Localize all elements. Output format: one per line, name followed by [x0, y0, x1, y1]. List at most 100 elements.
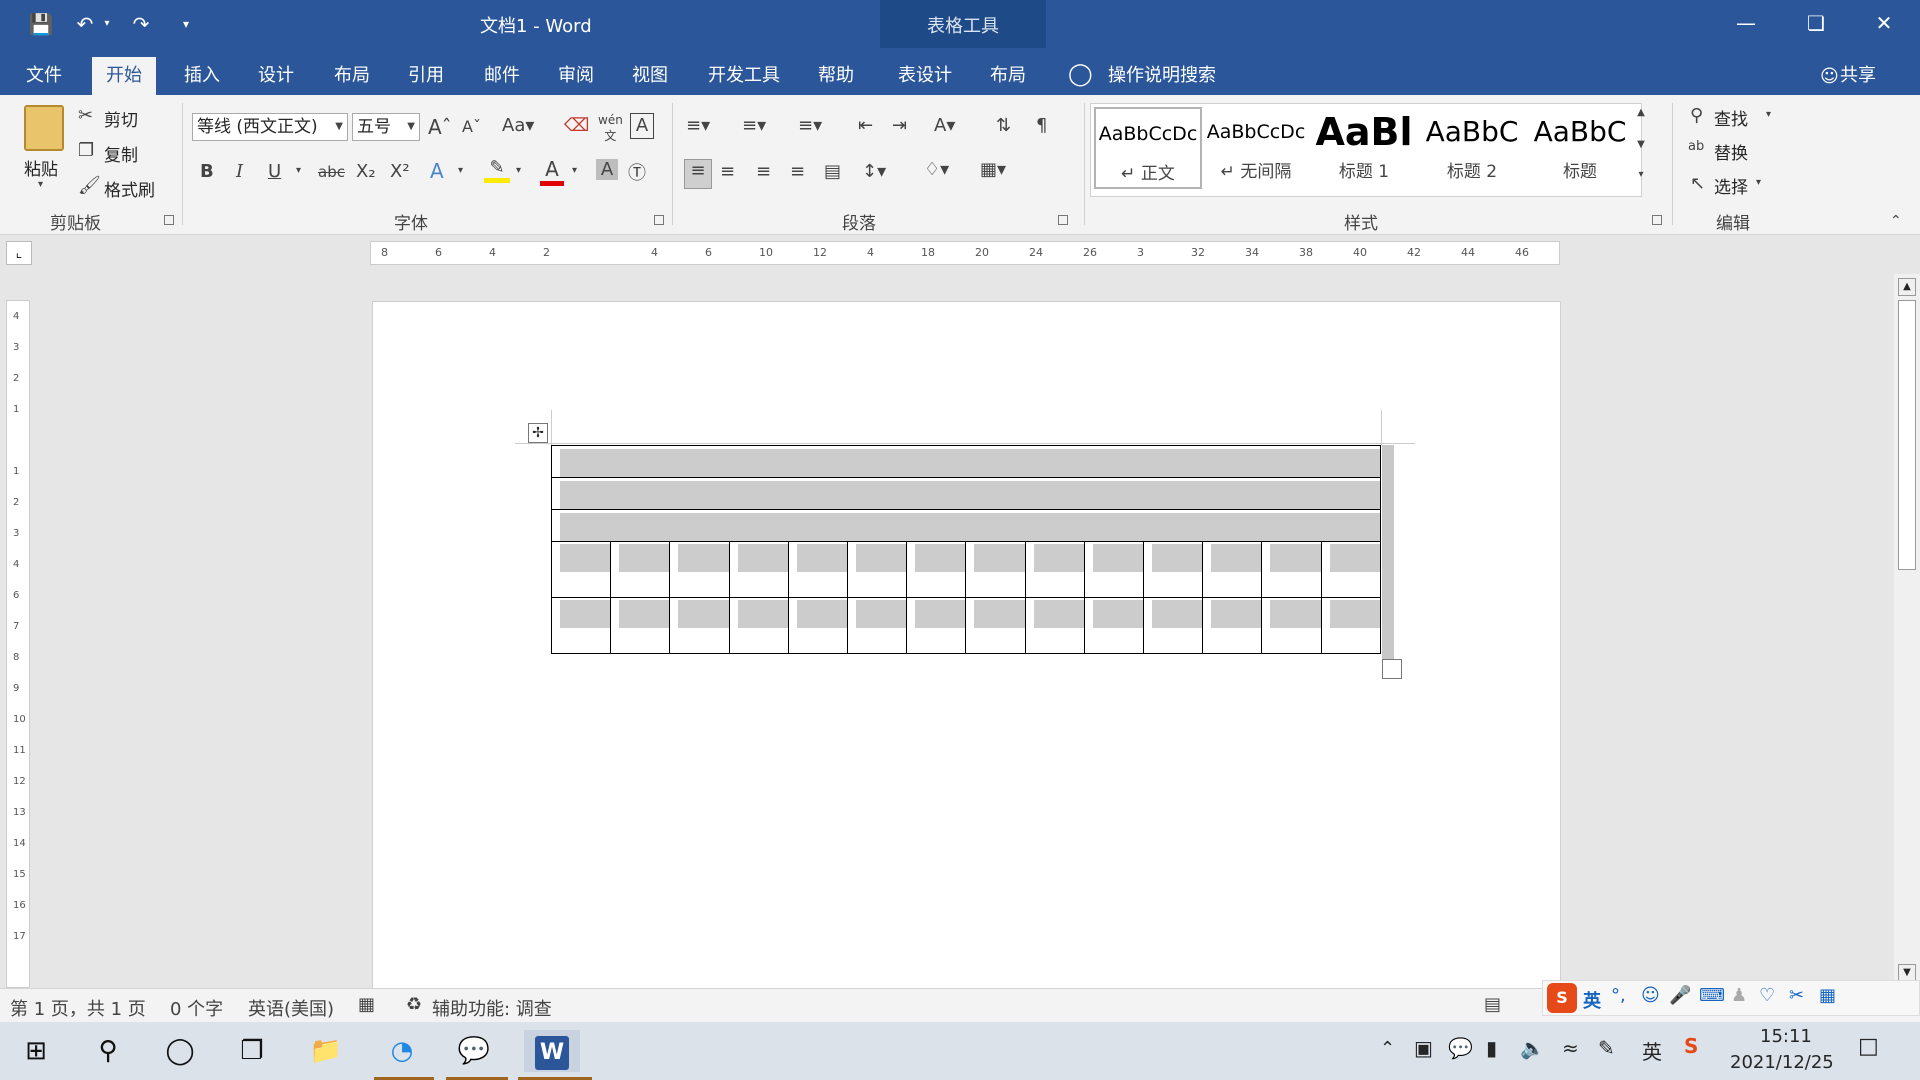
numbering-icon[interactable]: ≡▾ [742, 115, 766, 136]
tray-sogou-icon[interactable]: S [1684, 1034, 1698, 1058]
select-dropdown-icon[interactable]: ▾ [1756, 177, 1761, 188]
clipboard-launcher-icon[interactable] [164, 215, 174, 225]
paste-button[interactable]: 粘贴 [24, 155, 58, 180]
strikethrough-icon[interactable]: abc [318, 163, 345, 181]
style-title[interactable]: AaBbC 标题 [1526, 107, 1634, 189]
table-cell[interactable] [965, 541, 1026, 598]
multilevel-list-icon[interactable]: ≡▾ [798, 115, 822, 136]
table-cell[interactable] [550, 597, 612, 654]
table-cell[interactable] [1261, 541, 1322, 598]
tab-layout[interactable]: 布局 [320, 57, 384, 95]
copy-button[interactable]: 复制 [104, 141, 138, 166]
table-cell[interactable] [550, 541, 612, 598]
table-cell[interactable] [1261, 597, 1322, 654]
clear-format-icon[interactable]: ⌫ [564, 115, 589, 136]
table-cell[interactable] [1083, 541, 1145, 598]
font-size-combo[interactable]: 五号 ▼ [352, 113, 420, 141]
horizontal-ruler[interactable]: 8 6 4 2 4 6 10 12 4 18 20 24 26 3 32 34 38 40 42 44 46 [370, 241, 1560, 265]
undo-icon[interactable]: ↶ [70, 10, 100, 38]
font-name-combo[interactable]: 等线 (西文正文) ▼ [192, 113, 348, 141]
character-shading-icon[interactable]: A [596, 159, 618, 180]
search-icon[interactable]: ⚲ [80, 1030, 136, 1072]
style-heading-2[interactable]: AaBbC 标题 2 [1418, 107, 1526, 189]
table-cell[interactable] [1083, 597, 1145, 654]
ime-emoji-icon[interactable]: ☺ [1641, 985, 1660, 1006]
underline-icon[interactable]: U [268, 161, 281, 182]
table-cell[interactable] [787, 597, 849, 654]
cortana-icon[interactable]: ◯ [152, 1030, 208, 1072]
select-button[interactable]: 选择 [1714, 173, 1748, 198]
cut-button[interactable]: 剪切 [104, 106, 138, 131]
table-cell[interactable] [1320, 541, 1382, 598]
tray-wifi-icon[interactable]: ≈ [1562, 1036, 1579, 1060]
text-effects-icon[interactable]: A [430, 159, 444, 183]
accessibility-status[interactable]: 辅助功能: 调查 [432, 995, 552, 1021]
ime-menu-icon[interactable]: ▦ [1819, 985, 1836, 1006]
subscript-icon[interactable]: X₂ [356, 161, 376, 182]
tab-insert[interactable]: 插入 [170, 57, 234, 95]
table-move-handle-icon[interactable]: ✢ [528, 423, 548, 443]
wechat-icon[interactable]: 💬 [446, 1030, 502, 1072]
table-cell[interactable] [728, 597, 789, 654]
bullets-icon[interactable]: ≡▾ [686, 115, 710, 136]
collapse-ribbon-icon[interactable]: ⌃ [1890, 213, 1902, 229]
style-normal[interactable]: AaBbCcDc ↵ 正文 [1094, 107, 1202, 189]
windows-start-icon[interactable]: ⊞ [8, 1030, 64, 1072]
tab-references[interactable]: 引用 [394, 57, 458, 95]
table-cell[interactable] [610, 597, 671, 654]
sort-icon[interactable]: ⇅ [996, 115, 1011, 136]
table-cell[interactable] [669, 597, 730, 654]
table-cell[interactable] [1320, 597, 1382, 654]
tab-home[interactable]: 开始 [92, 57, 156, 95]
customize-qat-icon[interactable]: ▾ [176, 10, 196, 38]
table-cell[interactable] [610, 541, 671, 598]
superscript-icon[interactable]: X² [390, 161, 410, 182]
page-count[interactable]: 第 1 页，共 1 页 [10, 995, 146, 1021]
phonetic-guide-icon[interactable]: wén 文 [598, 113, 623, 144]
sogou-logo-icon[interactable]: S [1547, 983, 1577, 1013]
table-cell[interactable] [1143, 541, 1204, 598]
underline-dropdown-icon[interactable]: ▾ [296, 165, 301, 176]
ime-punctuation-icon[interactable]: °, [1611, 985, 1626, 1006]
justify-icon[interactable]: ≡ [790, 161, 805, 182]
align-right-icon[interactable]: ≡ [756, 161, 771, 182]
tray-pen-icon[interactable]: ✎ [1598, 1036, 1615, 1060]
font-launcher-icon[interactable] [654, 215, 664, 225]
styles-more-icon[interactable]: ▾ [1634, 169, 1648, 180]
style-heading-1[interactable]: AaBl 标题 1 [1310, 107, 1418, 189]
scroll-up-icon[interactable]: ▲ [1898, 278, 1916, 296]
tab-help[interactable]: 帮助 [804, 57, 868, 95]
table-cell[interactable] [1024, 597, 1085, 654]
find-dropdown-icon[interactable]: ▾ [1766, 109, 1771, 120]
replace-button[interactable]: 替换 [1714, 139, 1748, 164]
tray-wechat-icon[interactable]: 💬 [1448, 1036, 1473, 1060]
decrease-indent-icon[interactable]: ⇤ [858, 115, 873, 136]
table-cell[interactable] [847, 597, 908, 654]
tab-file[interactable]: 文件 [12, 57, 76, 95]
tray-display-icon[interactable]: ▣ [1414, 1036, 1433, 1060]
ime-keyboard-icon[interactable]: ⌨ [1699, 985, 1725, 1006]
font-color-icon[interactable]: A [540, 157, 564, 186]
table-cell-merged[interactable] [551, 509, 1381, 542]
undo-dropdown-icon[interactable]: ▾ [100, 10, 114, 38]
paste-icon[interactable] [24, 105, 64, 151]
paste-dropdown-icon[interactable]: ▾ [38, 179, 43, 190]
tab-review[interactable]: 审阅 [544, 57, 608, 95]
highlight-icon[interactable]: ✎ [484, 157, 510, 183]
close-button[interactable]: ✕ [1860, 6, 1908, 40]
table-cell-merged[interactable] [551, 445, 1381, 478]
tab-view[interactable]: 视图 [618, 57, 682, 95]
task-view-icon[interactable]: ❐ [224, 1030, 280, 1072]
shading-icon[interactable]: ♢▾ [924, 159, 949, 180]
language-status[interactable]: 英语(美国) [248, 995, 334, 1021]
table-cell[interactable] [965, 597, 1026, 654]
paragraph-launcher-icon[interactable] [1058, 215, 1068, 225]
vertical-ruler[interactable]: 4 3 2 1 1 2 3 4 6 7 8 9 10 11 12 13 14 15 16 17 [6, 300, 30, 988]
tab-table-layout[interactable]: 布局 [976, 57, 1040, 95]
align-left-icon[interactable]: ≡ [684, 159, 712, 189]
tab-table-design[interactable]: 表设计 [884, 57, 966, 95]
line-spacing-icon[interactable]: ↕▾ [862, 161, 886, 182]
table-cell[interactable] [728, 541, 789, 598]
font-size-dropdown-icon[interactable]: ▼ [407, 114, 415, 140]
style-no-spacing[interactable]: AaBbCcDc ↵ 无间隔 [1202, 107, 1310, 189]
